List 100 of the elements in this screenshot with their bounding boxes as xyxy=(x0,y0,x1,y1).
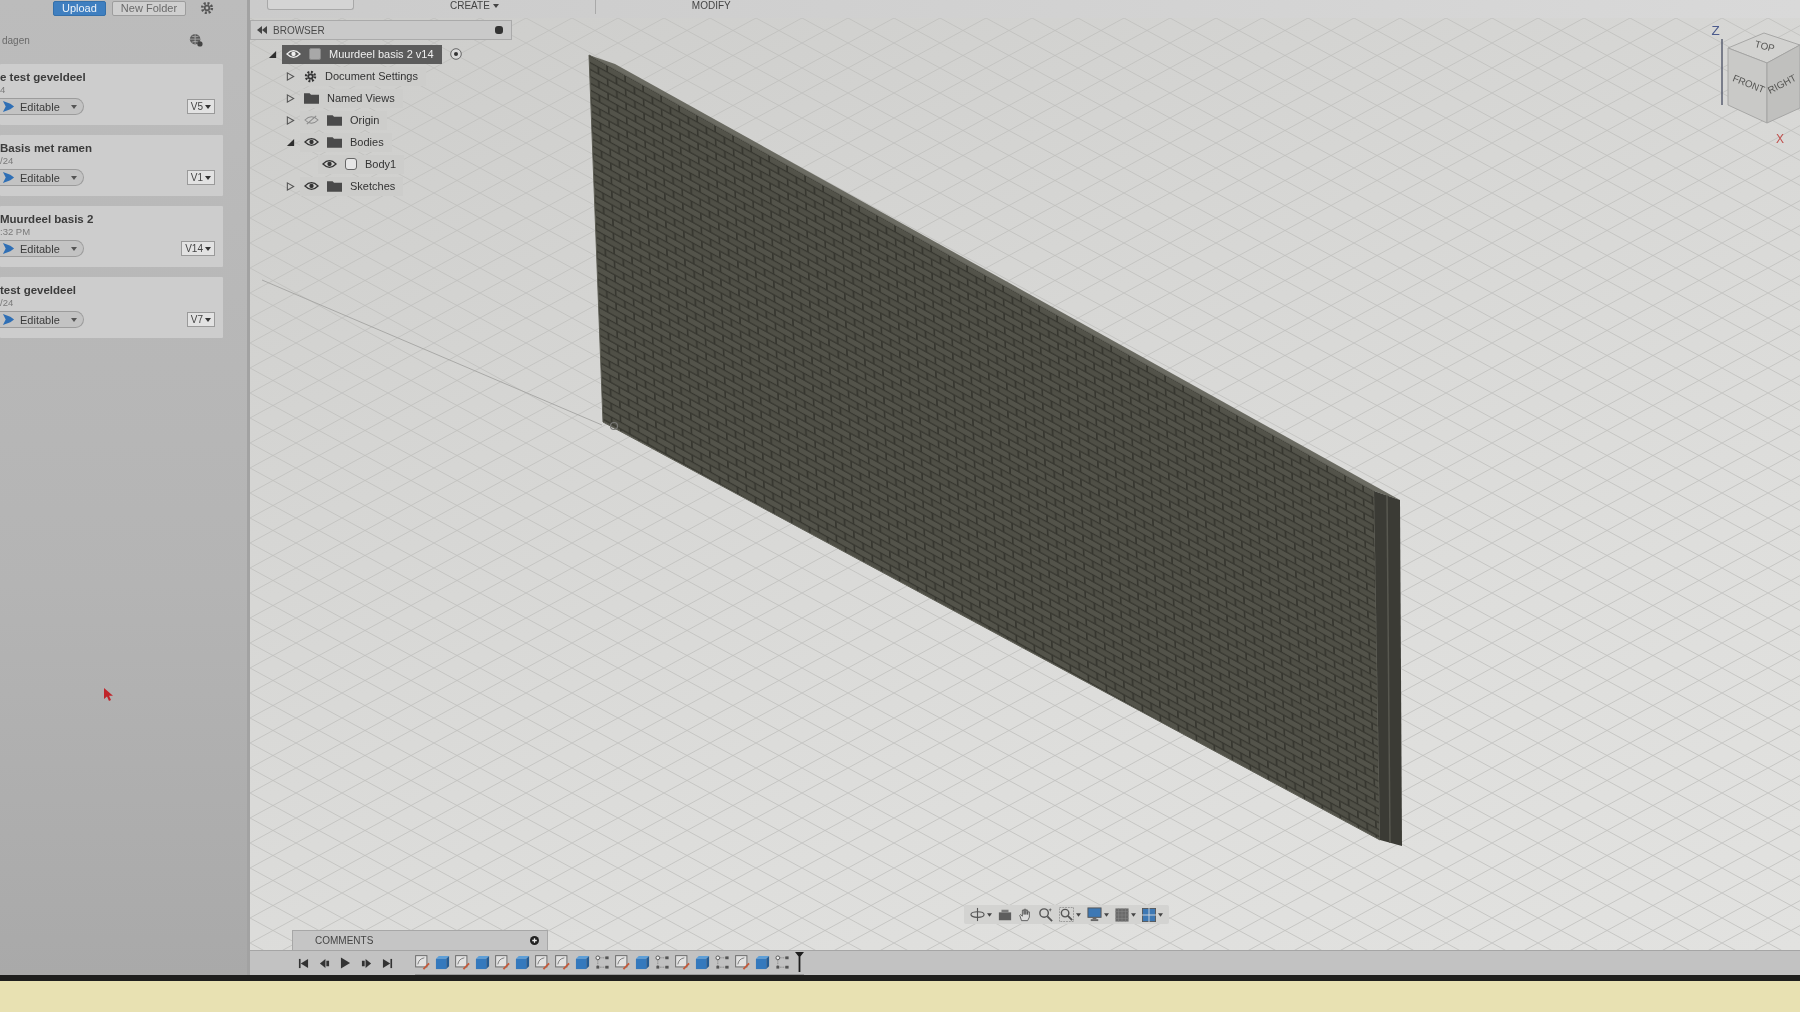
origin-marker-icon xyxy=(609,421,619,431)
file-card[interactable]: Basis met ramen /24 Editable V1 xyxy=(0,135,223,196)
sketch-icon[interactable] xyxy=(735,954,750,970)
sketch-icon[interactable] xyxy=(675,954,690,970)
caret-icon xyxy=(205,317,211,322)
caret-icon xyxy=(70,104,77,109)
version-dropdown[interactable]: V14 xyxy=(181,241,215,256)
caret-icon xyxy=(70,175,77,180)
briefcase-icon[interactable] xyxy=(998,907,1012,922)
caret-icon xyxy=(205,175,211,180)
brick-wall-model[interactable] xyxy=(588,54,1402,846)
disclosure-triangle-icon[interactable] xyxy=(285,71,295,81)
points-icon[interactable] xyxy=(715,954,730,970)
comments-panel[interactable]: COMMENTS xyxy=(292,930,548,950)
points-icon[interactable] xyxy=(595,954,610,970)
radio-icon[interactable] xyxy=(449,48,462,60)
cube-face-label[interactable]: TOP xyxy=(1753,38,1776,54)
arrowhead-icon xyxy=(2,100,15,113)
folder-icon xyxy=(327,180,342,192)
folder-icon xyxy=(327,114,342,126)
sketch-icon[interactable] xyxy=(455,954,470,970)
version-dropdown[interactable]: V5 xyxy=(186,99,215,114)
cube-icon[interactable] xyxy=(755,954,770,970)
status-dropdown[interactable]: Editable xyxy=(0,240,84,257)
caret-icon xyxy=(70,317,77,322)
window-panes-icon[interactable] xyxy=(1142,907,1156,922)
caret-icon xyxy=(205,104,211,109)
file-name: Muurdeel basis 2 xyxy=(0,212,94,226)
new-folder-button[interactable]: New Folder xyxy=(111,0,187,16)
status-dropdown[interactable]: Editable xyxy=(0,311,84,328)
status-dropdown[interactable]: Editable xyxy=(0,169,84,186)
caret-icon[interactable] xyxy=(987,912,992,917)
monitor-icon[interactable] xyxy=(1087,907,1102,922)
disclosure-triangle-icon[interactable] xyxy=(267,49,277,59)
mouse-pointer-icon xyxy=(104,688,114,702)
sketch-icon[interactable] xyxy=(535,954,550,970)
panel-title: COMMENTS xyxy=(315,935,374,946)
upload-button[interactable]: Upload xyxy=(53,0,106,16)
axis-label: X xyxy=(1776,131,1784,146)
folder-icon xyxy=(304,92,319,104)
play-icon[interactable] xyxy=(340,957,351,969)
file-name: Basis met ramen xyxy=(0,141,93,155)
sketch-icon[interactable] xyxy=(615,954,630,970)
globe-icon[interactable] xyxy=(189,33,203,47)
magnifier-icon[interactable] xyxy=(1059,907,1074,922)
axis-label: Z xyxy=(1711,22,1720,38)
file-date: /24 xyxy=(0,297,14,309)
points-icon[interactable] xyxy=(775,954,790,970)
filter-label: dagen xyxy=(2,34,30,46)
toolbar-menu[interactable]: CREATE xyxy=(450,0,499,11)
version-dropdown[interactable]: V7 xyxy=(186,312,215,327)
magnifier-icon[interactable] xyxy=(1038,907,1053,922)
eye-icon[interactable] xyxy=(322,159,337,169)
caret-icon[interactable] xyxy=(1104,912,1109,917)
cube-icon[interactable] xyxy=(475,954,490,970)
arrowhead-icon xyxy=(2,313,15,326)
browser-header[interactable]: BROWSER xyxy=(250,20,512,40)
cube-icon[interactable] xyxy=(435,954,450,970)
sketch-icon[interactable] xyxy=(495,954,510,970)
sketch-icon[interactable] xyxy=(555,954,570,970)
cube-icon[interactable] xyxy=(575,954,590,970)
file-card[interactable]: Muurdeel basis 2 :32 PM Editable V14 xyxy=(0,206,223,267)
double-arrow-icon[interactable] xyxy=(257,26,267,34)
caret-icon[interactable] xyxy=(1158,912,1163,917)
orbit-icon[interactable] xyxy=(970,907,985,922)
grid-icon[interactable] xyxy=(1115,907,1129,922)
add-icon[interactable] xyxy=(530,936,539,945)
hand-icon[interactable] xyxy=(1018,907,1032,922)
caret-icon xyxy=(205,246,211,251)
disclosure-triangle-icon[interactable] xyxy=(285,181,295,191)
caret-icon xyxy=(70,246,77,251)
sketch-icon[interactable] xyxy=(415,954,430,970)
step-forward-icon[interactable] xyxy=(361,957,372,969)
cube-icon[interactable] xyxy=(515,954,530,970)
cube-icon[interactable] xyxy=(695,954,710,970)
cube-icon[interactable] xyxy=(635,954,650,970)
file-card[interactable]: e test geveldeel 4 Editable V5 xyxy=(0,64,223,125)
panel-title: BROWSER xyxy=(273,24,326,36)
solid-body-icon xyxy=(345,158,357,170)
settings-icon[interactable] xyxy=(200,1,215,15)
version-dropdown[interactable]: V1 xyxy=(186,170,215,185)
disclosure-triangle-icon[interactable] xyxy=(285,137,295,147)
eye-icon[interactable] xyxy=(304,137,319,147)
toolbar-menu[interactable]: MODIFY xyxy=(691,0,731,11)
pin-icon[interactable] xyxy=(495,26,503,34)
disclosure-triangle-icon[interactable] xyxy=(285,115,295,125)
timeline-marker-icon[interactable] xyxy=(795,951,804,973)
skip-end-icon[interactable] xyxy=(382,957,393,969)
caret-icon[interactable] xyxy=(1076,912,1081,917)
caret-icon[interactable] xyxy=(1131,912,1136,917)
file-card[interactable]: test geveldeel /24 Editable V7 xyxy=(0,277,223,338)
points-icon[interactable] xyxy=(655,954,670,970)
status-dropdown[interactable]: Editable xyxy=(0,98,84,115)
step-back-icon[interactable] xyxy=(319,957,330,969)
eye-icon[interactable] xyxy=(304,181,319,191)
disclosure-triangle-icon[interactable] xyxy=(285,93,295,103)
skip-start-icon[interactable] xyxy=(298,957,309,969)
arrowhead-icon xyxy=(2,171,15,184)
settings-icon xyxy=(304,69,317,83)
tree-item[interactable]: Named Views xyxy=(300,88,403,108)
